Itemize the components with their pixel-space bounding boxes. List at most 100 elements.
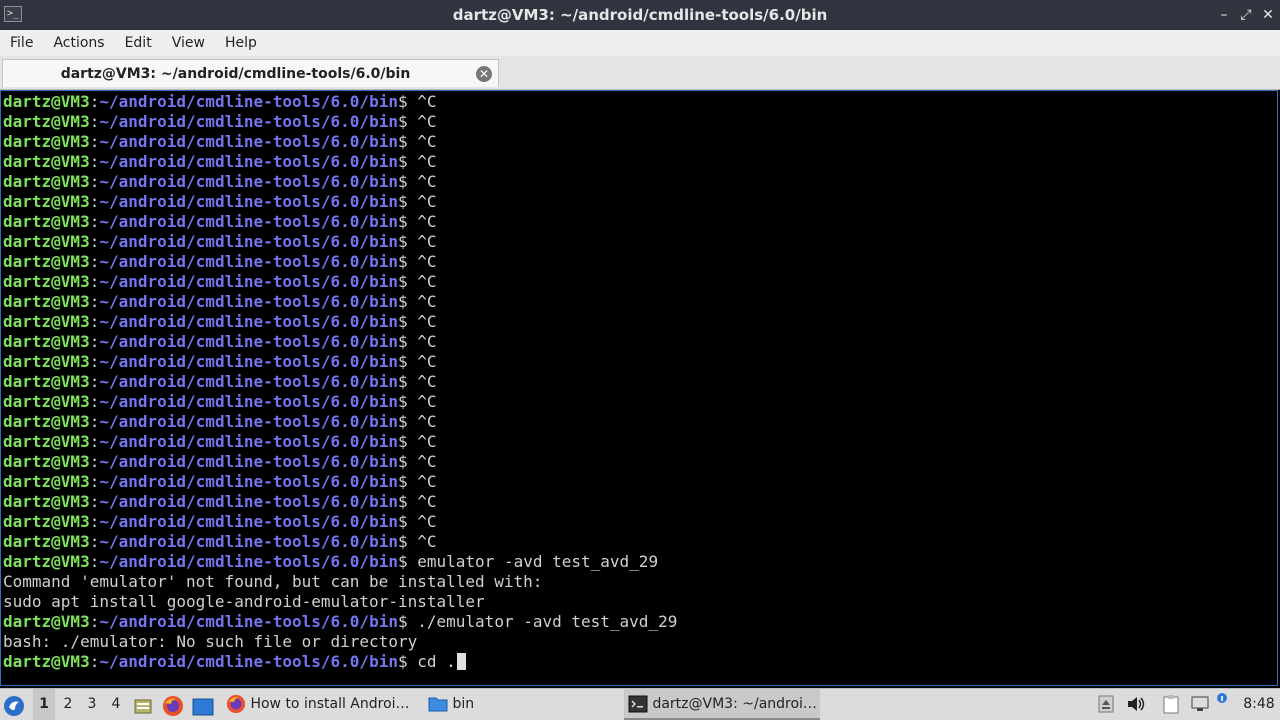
workspace-2[interactable]: 2	[57, 689, 79, 720]
menu-help[interactable]: Help	[215, 30, 267, 56]
menu-actions[interactable]: Actions	[43, 30, 114, 56]
prompt-separator: :	[89, 352, 100, 371]
taskbar-item-terminal[interactable]: dartz@VM3: ~/androi…	[624, 689, 820, 720]
prompt-user: dartz@VM3	[3, 152, 90, 171]
workspace-1[interactable]: 1	[33, 689, 55, 720]
command-text: cd .	[417, 652, 456, 671]
terminal-prompt-line: dartz@VM3:~/android/cmdline-tools/6.0/bi…	[3, 532, 677, 552]
terminal-prompt-line: dartz@VM3:~/android/cmdline-tools/6.0/bi…	[3, 372, 677, 392]
show-desktop-launcher[interactable]	[133, 689, 155, 720]
minimize-button[interactable]: –	[1213, 0, 1235, 30]
prompt-user: dartz@VM3	[3, 352, 90, 371]
terminal-icon	[628, 695, 648, 713]
prompt-user: dartz@VM3	[3, 492, 90, 511]
prompt-path: ~/android/cmdline-tools/6.0/bin	[99, 612, 398, 631]
menu-view[interactable]: View	[162, 30, 215, 56]
prompt-user: dartz@VM3	[3, 252, 90, 271]
command-text: ^C	[417, 152, 437, 171]
prompt-user: dartz@VM3	[3, 552, 90, 571]
terminal-prompt-line: dartz@VM3:~/android/cmdline-tools/6.0/bi…	[3, 472, 677, 492]
maximize-button[interactable]: ⤢	[1235, 0, 1257, 30]
prompt-path: ~/android/cmdline-tools/6.0/bin	[99, 252, 398, 271]
command-text: ^C	[417, 472, 437, 491]
tab-close-icon[interactable]: ✕	[476, 66, 492, 82]
prompt-path: ~/android/cmdline-tools/6.0/bin	[99, 212, 398, 231]
prompt-user: dartz@VM3	[3, 512, 90, 531]
terminal-tab[interactable]: dartz@VM3: ~/android/cmdline-tools/6.0/b…	[2, 59, 499, 87]
prompt-separator: :	[89, 472, 100, 491]
tray-network[interactable]	[1190, 689, 1212, 720]
prompt-separator: :	[89, 412, 100, 431]
menu-edit[interactable]: Edit	[115, 30, 162, 56]
prompt-end: $	[397, 192, 408, 211]
info-icon	[1217, 693, 1227, 703]
menu-file[interactable]: File	[0, 30, 43, 56]
prompt-path: ~/android/cmdline-tools/6.0/bin	[99, 412, 398, 431]
terminal-prompt-line: dartz@VM3:~/android/cmdline-tools/6.0/bi…	[3, 492, 677, 512]
command-text: ^C	[417, 412, 437, 431]
terminal-prompt-line: dartz@VM3:~/android/cmdline-tools/6.0/bi…	[3, 152, 677, 172]
command-text: ^C	[417, 352, 437, 371]
prompt-end: $	[397, 332, 408, 351]
terminal-lines: dartz@VM3:~/android/cmdline-tools/6.0/bi…	[3, 92, 677, 672]
prompt-separator: :	[89, 652, 100, 671]
prompt-separator: :	[89, 332, 100, 351]
firefox-launcher[interactable]	[162, 689, 186, 720]
prompt-path: ~/android/cmdline-tools/6.0/bin	[99, 392, 398, 411]
prompt-path: ~/android/cmdline-tools/6.0/bin	[99, 372, 398, 391]
prompt-end: $	[397, 292, 408, 311]
workspace-3[interactable]: 3	[81, 689, 103, 720]
command-text: ^C	[417, 192, 437, 211]
prompt-separator: :	[89, 312, 100, 331]
prompt-path: ~/android/cmdline-tools/6.0/bin	[99, 332, 398, 351]
terminal-prompt-line: dartz@VM3:~/android/cmdline-tools/6.0/bi…	[3, 652, 677, 672]
window-titlebar[interactable]: >_ dartz@VM3: ~/android/cmdline-tools/6.…	[0, 0, 1280, 30]
tray-eject[interactable]	[1098, 689, 1118, 720]
taskbar-item-browser[interactable]: How to install Androi…	[222, 689, 422, 720]
prompt-separator: :	[89, 492, 100, 511]
workspace-4[interactable]: 4	[105, 689, 127, 720]
command-text: ^C	[417, 232, 437, 251]
taskbar: 1 2 3 4 How to install Androi… bin dartz…	[0, 688, 1280, 720]
prompt-end: $	[397, 132, 408, 151]
prompt-path: ~/android/cmdline-tools/6.0/bin	[99, 432, 398, 451]
prompt-end: $	[397, 432, 408, 451]
prompt-separator: :	[89, 452, 100, 471]
firefox-icon	[226, 694, 246, 714]
prompt-separator: :	[89, 272, 100, 291]
command-text: ^C	[417, 112, 437, 131]
prompt-path: ~/android/cmdline-tools/6.0/bin	[99, 472, 398, 491]
taskbar-item-label: dartz@VM3: ~/androi…	[652, 696, 817, 712]
prompt-path: ~/android/cmdline-tools/6.0/bin	[99, 172, 398, 191]
menu-bar: File Actions Edit View Help	[0, 30, 1280, 56]
prompt-user: dartz@VM3	[3, 652, 90, 671]
taskbar-item-files[interactable]: bin	[424, 689, 624, 720]
prompt-end: $	[397, 172, 408, 191]
terminal-prompt-line: dartz@VM3:~/android/cmdline-tools/6.0/bi…	[3, 352, 677, 372]
terminal-prompt-line: dartz@VM3:~/android/cmdline-tools/6.0/bi…	[3, 232, 677, 252]
prompt-path: ~/android/cmdline-tools/6.0/bin	[99, 452, 398, 471]
command-text: ./emulator -avd test_avd_29	[417, 612, 678, 631]
tray-clipboard[interactable]	[1162, 689, 1184, 720]
terminal-prompt-line: dartz@VM3:~/android/cmdline-tools/6.0/bi…	[3, 452, 677, 472]
tray-volume[interactable]	[1126, 689, 1148, 720]
files-launcher[interactable]	[192, 689, 216, 720]
prompt-path: ~/android/cmdline-tools/6.0/bin	[99, 512, 398, 531]
prompt-separator: :	[89, 232, 100, 251]
command-text: ^C	[417, 312, 437, 331]
prompt-end: $	[397, 392, 408, 411]
prompt-end: $	[397, 232, 408, 251]
tray-notification[interactable]	[1216, 689, 1230, 720]
command-text: ^C	[417, 512, 437, 531]
prompt-path: ~/android/cmdline-tools/6.0/bin	[99, 292, 398, 311]
prompt-end: $	[397, 152, 408, 171]
prompt-user: dartz@VM3	[3, 612, 90, 631]
prompt-end: $	[397, 472, 408, 491]
prompt-user: dartz@VM3	[3, 92, 90, 111]
prompt-user: dartz@VM3	[3, 132, 90, 151]
start-menu-button[interactable]	[3, 689, 29, 720]
clock[interactable]: 8:48	[1240, 689, 1278, 720]
close-window-button[interactable]: ✕	[1257, 0, 1279, 30]
terminal-output[interactable]: dartz@VM3:~/android/cmdline-tools/6.0/bi…	[0, 90, 1278, 686]
command-text: ^C	[417, 492, 437, 511]
